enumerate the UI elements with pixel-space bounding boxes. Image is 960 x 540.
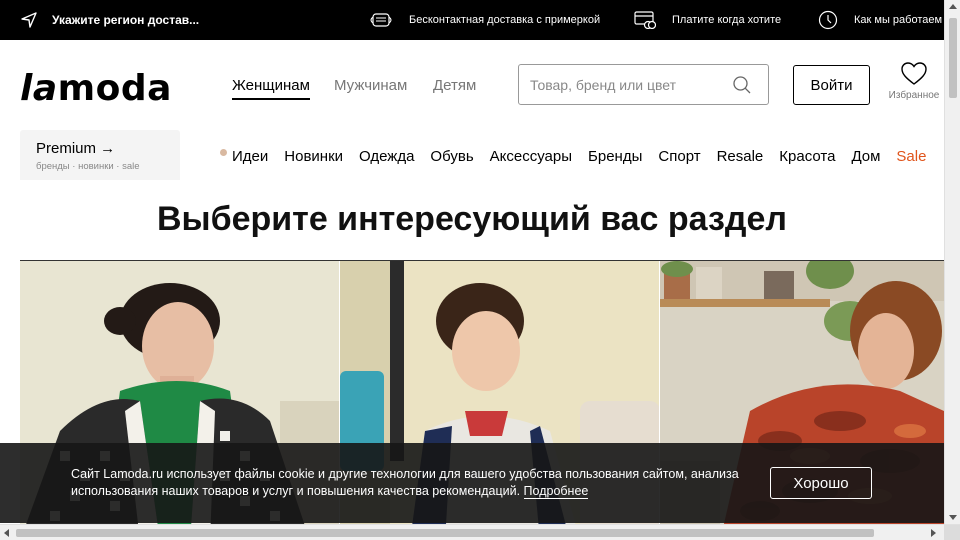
category-nav: Идеи Новинки Одежда Обувь Аксессуары Бре… — [220, 146, 942, 166]
lamoda-logo[interactable]: lamoda — [20, 68, 172, 109]
search-icon[interactable] — [732, 75, 752, 95]
logo-la: la — [20, 68, 58, 109]
category-shoes[interactable]: Обувь — [430, 148, 473, 165]
card-icon — [634, 11, 656, 29]
logo-moda: moda — [57, 68, 172, 109]
gender-tab-women[interactable]: Женщинам — [232, 77, 310, 100]
region-label: Укажите регион достав... — [52, 13, 200, 27]
gender-tab-men[interactable]: Мужчинам — [334, 77, 407, 94]
topbar-item-payment[interactable]: Платите когда хотите — [634, 0, 781, 40]
cookie-more-link[interactable]: Подробнее — [523, 484, 589, 499]
category-sale[interactable]: Sale — [896, 148, 926, 165]
cookie-text-block: Сайт Lamoda.ru использует файлы cookie и… — [71, 466, 751, 500]
search-input[interactable] — [530, 76, 725, 93]
search-box[interactable] — [518, 64, 769, 105]
horizontal-scroll-thumb[interactable] — [16, 529, 874, 537]
scrollbar-corner — [944, 525, 960, 540]
region-selector[interactable]: Укажите регион достав... — [20, 0, 199, 40]
gender-tab-kids[interactable]: Детям — [433, 77, 476, 94]
category-new[interactable]: Новинки — [284, 148, 343, 165]
category-resale[interactable]: Resale — [717, 148, 764, 165]
topbar-item-label: Как мы работаем — [854, 14, 943, 26]
location-arrow-icon — [21, 12, 37, 28]
clock-icon — [818, 10, 838, 30]
topbar-item-how-we-work[interactable]: Как мы работаем — [818, 0, 942, 40]
cookie-text: Сайт Lamoda.ru использует файлы cookie и… — [71, 467, 739, 498]
scroll-down-arrow-icon[interactable] — [949, 515, 957, 520]
ideas-dot-icon — [220, 148, 227, 156]
premium-section-link[interactable]: Premium → бренды · новинки · sale — [20, 130, 180, 180]
vertical-scroll-thumb[interactable] — [949, 18, 957, 98]
section-heading: Выберите интересующий вас раздел — [157, 200, 787, 238]
category-brands[interactable]: Бренды — [588, 148, 642, 165]
premium-title: Premium → — [36, 140, 116, 157]
topbar-item-delivery[interactable]: Бесконтактная доставка с примеркой — [369, 0, 600, 40]
category-clothing[interactable]: Одежда — [359, 148, 414, 165]
topbar-item-label: Платите когда хотите — [672, 14, 782, 26]
category-home[interactable]: Дом — [851, 148, 880, 165]
favorites-link[interactable]: Избранное — [884, 62, 944, 101]
category-sport[interactable]: Спорт — [658, 148, 700, 165]
topbar-item-label: Бесконтактная доставка с примеркой — [409, 14, 601, 26]
category-beauty[interactable]: Красота — [779, 148, 835, 165]
horizontal-scrollbar[interactable] — [0, 524, 960, 540]
top-info-bar: Укажите регион достав... Бесконтактная д… — [0, 0, 944, 40]
scroll-up-arrow-icon[interactable] — [949, 4, 957, 9]
cookie-banner: Сайт Lamoda.ru использует файлы cookie и… — [0, 443, 944, 523]
page: Укажите регион достав... Бесконтактная д… — [0, 0, 960, 540]
heart-icon — [901, 62, 927, 85]
category-accessories[interactable]: Аксессуары — [490, 148, 572, 165]
vertical-scrollbar[interactable] — [944, 0, 960, 524]
category-ideas[interactable]: Идеи — [232, 148, 268, 165]
scroll-right-arrow-icon[interactable] — [931, 529, 936, 537]
premium-subtitle: бренды · новинки · sale — [36, 161, 140, 172]
favorites-label: Избранное — [888, 90, 940, 101]
mask-icon — [370, 13, 392, 27]
cookie-accept-button[interactable]: Хорошо — [770, 467, 872, 499]
scroll-left-arrow-icon[interactable] — [4, 529, 9, 537]
login-button[interactable]: Войти — [793, 65, 870, 105]
